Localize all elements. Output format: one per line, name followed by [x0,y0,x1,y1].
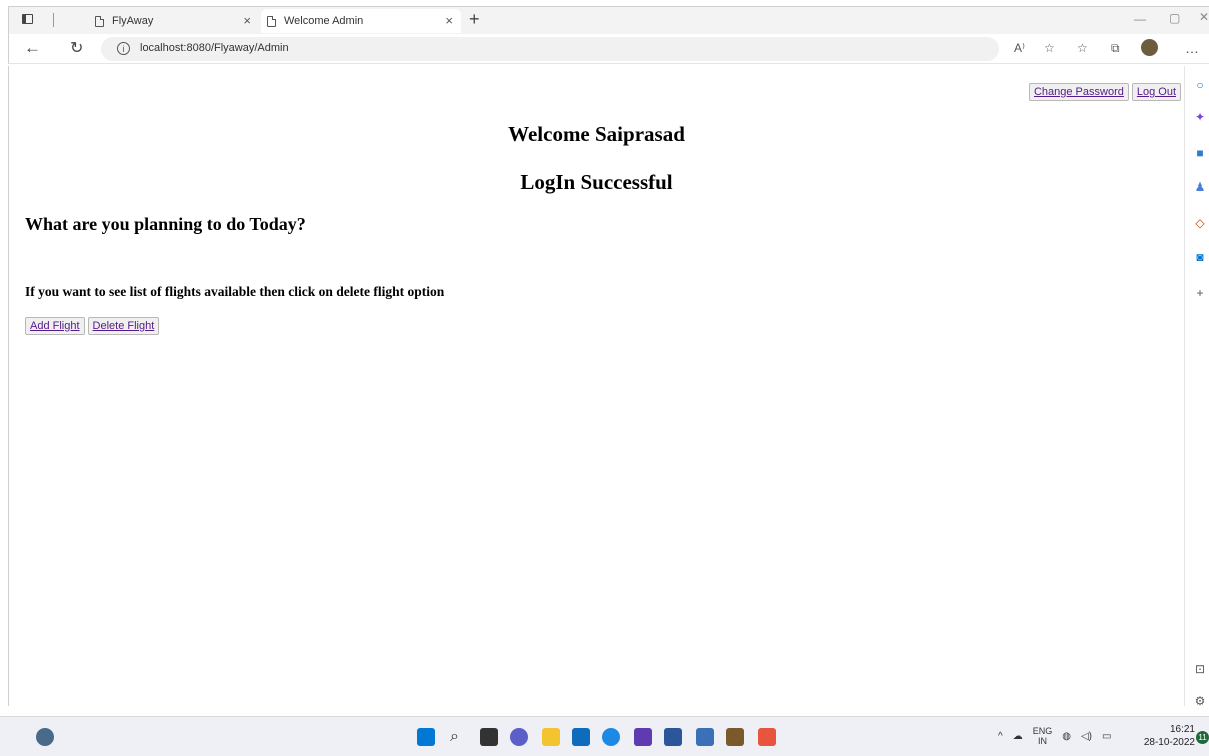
edge-icon[interactable] [602,728,620,746]
office-icon[interactable]: ◇ [1193,216,1207,230]
sidebar-collapse-icon[interactable]: ⊡ [1193,662,1207,676]
date: 28-10-2022 [1143,737,1195,748]
task-view-icon[interactable] [480,728,498,746]
logout-button[interactable]: Log Out [1131,83,1181,101]
login-status-heading: LogIn Successful [520,170,673,194]
app-icon-2[interactable] [726,728,744,746]
tab-welcome-admin[interactable]: Welcome Admin × [261,9,461,33]
tab-title: Welcome Admin [284,15,364,27]
search-icon[interactable]: ⌕ [450,728,468,746]
address-bar: ← ↻ i localhost:8080/Flyaway/Admin A⁾ ☆ … [8,34,1209,64]
time: 16:21 [1169,724,1195,735]
change-password-button[interactable]: Change Password [1028,83,1129,101]
start-icon[interactable] [417,728,435,746]
shopping-icon[interactable]: ■ [1193,146,1207,160]
close-window-button[interactable]: ✕ [1199,10,1209,24]
favorites-icon[interactable]: ☆ [1077,41,1088,55]
info-icon[interactable]: i [117,42,130,55]
maximize-button[interactable]: ▢ [1169,11,1180,25]
discover-icon[interactable]: ✦ [1193,110,1207,124]
action-buttons: Add Flight Delete Flight [25,317,160,335]
tab-separator [53,13,54,27]
minimize-button[interactable]: — [1134,12,1146,26]
more-icon[interactable]: … [1185,40,1199,56]
notification-badge[interactable]: 11 [1196,731,1209,744]
app-icon[interactable] [634,728,652,746]
add-flight-button[interactable]: Add Flight [25,317,85,335]
url-text[interactable]: localhost:8080/Flyaway/Admin [140,42,289,54]
profile-avatar[interactable] [1141,39,1158,56]
add-icon[interactable]: + [1193,286,1207,300]
welcome-heading: Welcome Saiprasad [508,122,685,146]
tab-flyaway[interactable]: FlyAway × [89,9,259,33]
reload-icon[interactable]: ↻ [70,38,83,58]
language: ENG [1032,726,1053,736]
tab-close-icon[interactable]: × [243,13,251,28]
weather-icon[interactable] [36,728,54,746]
region: IN [1037,736,1047,746]
collections-icon[interactable]: ⧉ [1111,41,1120,56]
new-tab-button[interactable]: + [469,9,480,30]
url-field[interactable]: i localhost:8080/Flyaway/Admin [101,37,999,61]
tools-icon[interactable]: ♟ [1193,180,1207,194]
onedrive-icon[interactable]: ☁ [1013,731,1023,742]
outlook-icon[interactable]: ◙ [1193,250,1207,264]
clock[interactable]: 16:21 28-10-2022 [1143,723,1195,749]
network-icon[interactable]: ◍ [1062,731,1071,742]
store-icon[interactable] [572,728,590,746]
favorite-add-icon[interactable]: ☆ [1044,41,1055,55]
page-icon [95,15,104,27]
delete-flight-button[interactable]: Delete Flight [87,317,160,335]
file-explorer-icon[interactable] [542,728,560,746]
battery-icon[interactable]: ▭ [1102,731,1111,742]
word-icon[interactable] [664,728,682,746]
system-tray: ^ ☁ ENG IN ◍ ◁) ▭ [998,726,1111,746]
tab-title: FlyAway [112,15,154,27]
edge-sidebar: ○ ✦ ■ ♟ ◇ ◙ + ⊡ ⚙ [1184,66,1209,708]
chat-icon[interactable] [510,728,528,746]
tab-bar: FlyAway × Welcome Admin × + — ▢ ✕ [8,6,1209,34]
tab-close-icon[interactable]: × [445,13,453,28]
page-icon [267,15,276,27]
tab-actions-icon[interactable] [22,14,33,24]
page-content: Change Password Log Out Welcome Saiprasa… [8,66,1183,706]
language-indicator[interactable]: ENG IN [1033,726,1053,746]
taskbar: ⌕ ^ ☁ ENG IN ◍ ◁) ▭ 16:21 28-10-2022 11 [0,716,1209,756]
sidebar-settings-icon[interactable]: ⚙ [1193,694,1207,708]
search-icon[interactable]: ○ [1193,78,1207,92]
back-icon[interactable]: ← [24,38,41,58]
read-aloud-icon[interactable]: A⁾ [1014,41,1025,55]
top-nav: Change Password Log Out [1028,83,1181,101]
chevron-up-icon[interactable]: ^ [998,731,1003,742]
browser-window: FlyAway × Welcome Admin × + — ▢ ✕ ← ↻ i … [0,0,1209,756]
volume-icon[interactable]: ◁) [1081,731,1092,742]
photos-icon[interactable] [696,728,714,746]
instruction-text: If you want to see list of flights avail… [25,284,445,299]
question-heading: What are you planning to do Today? [25,214,306,234]
snipping-tool-icon[interactable] [758,728,776,746]
